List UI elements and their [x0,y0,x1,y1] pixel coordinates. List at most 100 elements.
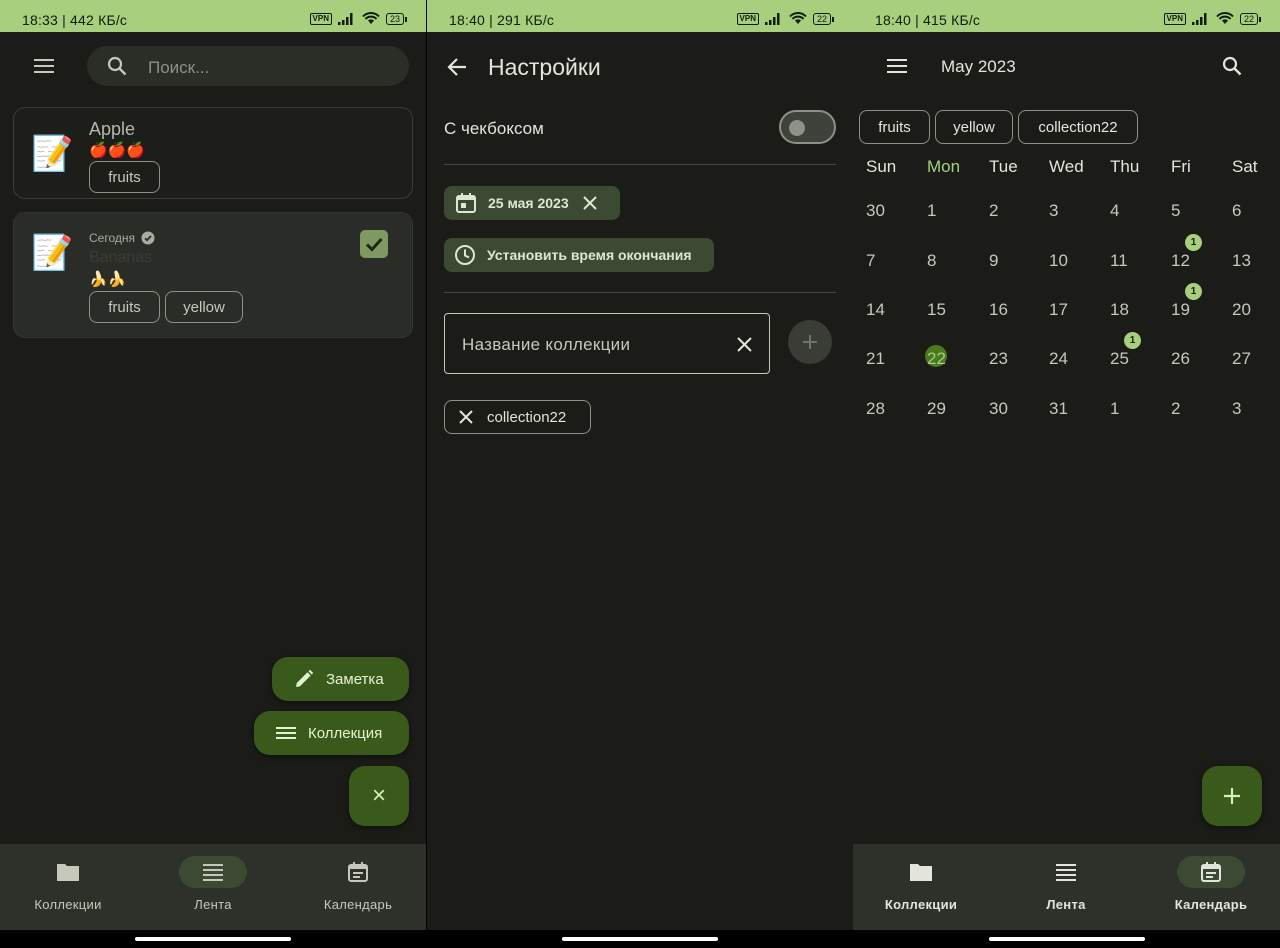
calendar-day[interactable]: 1 [914,188,970,228]
calendar-day-number: 12 [1171,251,1190,270]
home-indicator[interactable] [562,937,718,941]
note-card-bananas[interactable]: 📝 Сегодня Bananas 🍌🍌 fruits yellow [13,212,413,338]
calendar-day[interactable]: 1 [1097,386,1153,426]
filter-chip[interactable]: collection22 [1018,110,1138,144]
tag-chip[interactable]: yellow [165,291,243,323]
end-time-chip-label: Установить время окончания [487,247,692,263]
add-collection-button[interactable] [788,320,832,364]
calendar-day[interactable]: 17 [1036,287,1092,327]
search-icon [107,56,127,76]
tag-chip[interactable]: fruits [89,161,160,193]
calendar-day[interactable]: 15 [914,287,970,327]
calendar-day[interactable]: 6 [1219,188,1275,228]
calendar-day[interactable]: 7 [853,238,909,278]
filter-chip[interactable]: yellow [935,110,1013,144]
add-event-fab[interactable] [1202,766,1262,826]
calendar-day[interactable]: 30 [976,386,1032,426]
calendar-day[interactable]: 2 [1158,386,1214,426]
calendar-day[interactable]: 3 [1036,188,1092,228]
calendar-day[interactable]: 26 [1158,336,1214,376]
calendar-day[interactable]: 25 1 [1097,332,1153,376]
calendar-day[interactable]: 4 [1097,188,1153,228]
home-indicator[interactable] [135,937,291,941]
note-title: Bananas [89,249,153,266]
menu-icon[interactable] [887,59,907,73]
calendar-day[interactable]: 27 [1219,336,1275,376]
home-indicator[interactable] [988,937,1145,941]
collection-name-input[interactable]: Название коллекции [462,335,630,355]
end-time-chip[interactable]: Установить время окончания [444,238,714,272]
nav-feed-label: Лента [194,897,232,912]
search-input[interactable]: Поиск... [148,58,209,78]
tag-chip[interactable]: fruits [89,291,160,323]
close-fab[interactable]: × [349,766,409,826]
calendar-day-number: 17 [1049,300,1068,319]
close-icon[interactable] [582,196,597,210]
close-icon[interactable] [459,410,473,424]
nav-collections[interactable]: Коллекции [8,856,128,912]
weekday-header: Sun [866,157,897,176]
vpn-icon: VPN [309,12,332,25]
calendar-day[interactable]: 30 [853,188,909,228]
wifi-icon [789,12,807,24]
note-date: Сегодня [89,231,155,245]
nav-feed[interactable]: Лента [1006,856,1126,912]
calendar-day-number: 28 [866,399,885,418]
calendar-day[interactable]: 28 [853,386,909,426]
calendar-day[interactable]: 31 [1036,386,1092,426]
date-chip[interactable]: 25 мая 2023 [444,186,620,220]
status-time: 18:40 | 415 КБ/с [875,12,981,28]
calendar-day[interactable]: 13 [1219,238,1275,278]
done-checkbox[interactable] [360,230,388,258]
calendar-day-number: 25 [1110,349,1129,368]
weekday-header: Tue [989,157,1018,176]
calendar-day[interactable]: 11 [1097,238,1153,278]
search-bar[interactable]: Поиск... [87,46,409,86]
calendar-day[interactable]: 20 [1219,287,1275,327]
nav-collections[interactable]: Коллекции [861,856,981,912]
nav-feed[interactable]: Лента [153,856,273,912]
search-icon[interactable] [1222,56,1242,76]
memo-icon: 📝 [31,234,74,272]
event-count-badge: 1 [1124,332,1141,349]
calendar-day[interactable]: 19 1 [1158,283,1214,327]
calendar-day[interactable]: 23 [976,336,1032,376]
calendar-day[interactable]: 8 [914,238,970,278]
calendar-day-number: 3 [1049,201,1059,220]
create-collection-fab[interactable]: Коллекция [254,711,409,755]
note-emoji-content: 🍌🍌 [89,271,127,288]
nav-calendar[interactable]: Календарь [298,856,418,912]
calendar-day-number: 20 [1232,300,1251,319]
status-time: 18:40 | 291 КБ/с [449,12,555,28]
calendar-day-number: 22 [927,349,946,368]
calendar-day[interactable]: 9 [976,238,1032,278]
calendar-day[interactable]: 14 [853,287,909,327]
calendar-day[interactable]: 12 1 [1158,234,1214,278]
calendar-day[interactable]: 24 [1036,336,1092,376]
calendar-day[interactable]: 10 [1036,238,1092,278]
calendar-day[interactable]: 18 [1097,287,1153,327]
nav-calendar[interactable]: Календарь [1151,856,1271,912]
calendar-day[interactable]: 21 [853,336,909,376]
back-arrow-icon[interactable] [447,57,467,77]
calendar-day[interactable]: 16 [976,287,1032,327]
calendar-day[interactable]: 5 [1158,188,1214,228]
note-card-apple[interactable]: 📝 Apple 🍎🍎🍎 fruits [13,107,413,199]
collection-chip[interactable]: collection22 [444,400,591,434]
collection-name-field[interactable]: Название коллекции [444,313,770,374]
calendar-day[interactable]: 22 [914,336,970,376]
status-time: 18:33 | 442 КБ/с [22,12,128,28]
date-chip-label: 25 мая 2023 [488,195,569,211]
note-date-label: Сегодня [89,231,135,245]
calendar-day-number: 30 [866,201,885,220]
nav-feed-label: Лента [1046,897,1086,912]
calendar-icon [348,862,368,882]
clear-icon[interactable] [737,337,752,352]
calendar-day[interactable]: 3 [1219,386,1275,426]
checkbox-toggle[interactable] [779,110,836,144]
calendar-day[interactable]: 29 [914,386,970,426]
create-note-fab[interactable]: Заметка [272,657,409,701]
menu-icon[interactable] [34,59,54,73]
calendar-day[interactable]: 2 [976,188,1032,228]
filter-chip[interactable]: fruits [859,110,930,144]
